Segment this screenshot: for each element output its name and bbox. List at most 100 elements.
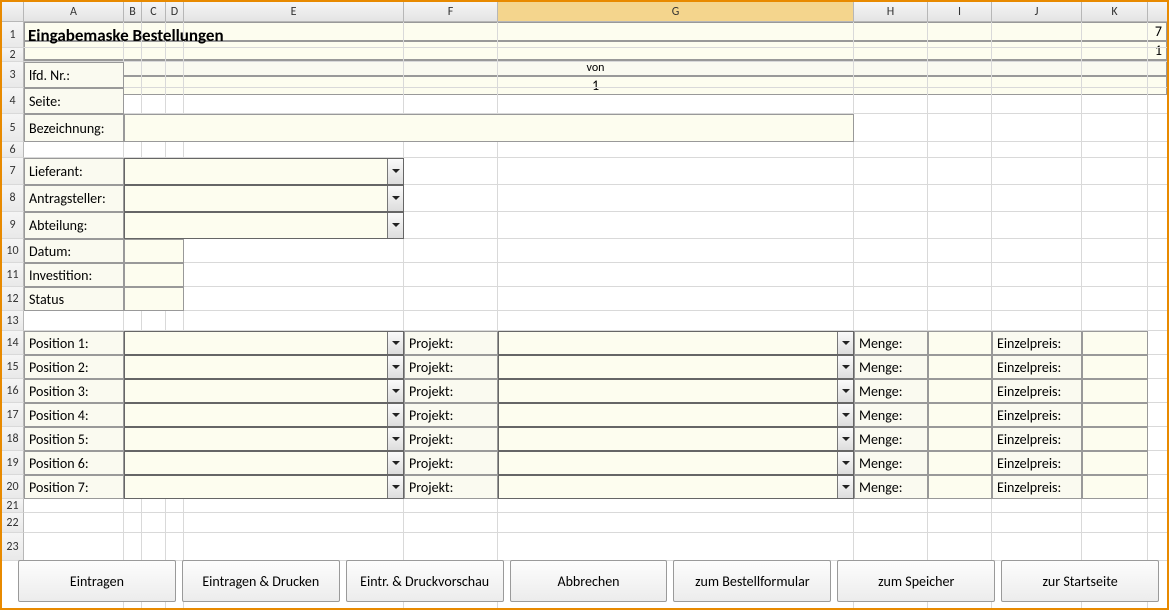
row-header-8[interactable]: 8 [2,185,24,212]
einzelpreis-1-input[interactable] [1082,331,1148,355]
menge-1-input[interactable] [928,331,992,355]
lieferant-dropdown-button[interactable] [387,159,403,184]
col-header-E[interactable]: E [184,2,404,21]
row-header-11[interactable]: 11 [2,263,24,287]
einzelpreis-2-input[interactable] [1082,355,1148,379]
position-1-dropdown[interactable] [124,331,404,355]
menge-5-input[interactable] [928,427,992,451]
row-header-14[interactable]: 14 [2,331,24,355]
projekt-4-dropdown-button[interactable] [837,404,853,426]
position-6-dropdown[interactable] [124,451,404,475]
row-header-23[interactable]: 23 [2,533,24,561]
col-header-J[interactable]: J [992,2,1082,21]
row-header-9[interactable]: 9 [2,212,24,239]
row-header-4[interactable]: 4 [2,88,24,114]
zum-bestellformular-button[interactable]: zum Bestellformular [673,560,831,602]
status-input[interactable] [124,287,184,311]
projekt-6-dropdown-button[interactable] [837,452,853,474]
einzelpreis-3-input[interactable] [1082,379,1148,403]
bezeichnung-input[interactable] [124,114,854,142]
position-5-label: Position 5: [24,427,124,451]
projekt-3-dropdown-button[interactable] [837,380,853,402]
menge-2-input[interactable] [928,355,992,379]
row-header-6[interactable]: 6 [2,142,24,158]
row-header-20[interactable]: 20 [2,475,24,499]
position-1-dropdown-button[interactable] [387,332,403,354]
projekt-6-dropdown[interactable] [498,451,854,475]
eintragen-drucken-button[interactable]: Eintragen & Drucken [182,560,340,602]
position-6-dropdown-button[interactable] [387,452,403,474]
datum-label: Datum: [24,239,124,263]
row-header-18[interactable]: 18 [2,427,24,451]
projekt-1-dropdown-button[interactable] [837,332,853,354]
col-header-B[interactable]: B [124,2,142,21]
position-5-dropdown-button[interactable] [387,428,403,450]
row-header-19[interactable]: 19 [2,451,24,475]
col-header-C[interactable]: C [142,2,166,21]
datum-input[interactable] [124,239,184,263]
row-header-10[interactable]: 10 [2,239,24,263]
worksheet[interactable]: Eingabemaske Bestellungenlfd. Nr.:7Seite… [24,22,1167,608]
projekt-5-dropdown[interactable] [498,427,854,451]
menge-2-label: Menge: [854,355,928,379]
abteilung-dropdown[interactable] [124,212,404,239]
einzelpreis-4-input[interactable] [1082,403,1148,427]
row-header-3[interactable]: 3 [2,62,24,88]
col-header-A[interactable]: A [24,2,124,21]
eintr-druckvorschau-button[interactable]: Eintr. & Druckvorschau [346,560,504,602]
eintragen-button[interactable]: Eintragen [18,560,176,602]
zum-speicher-button[interactable]: zum Speicher [837,560,995,602]
row-header-13[interactable]: 13 [2,311,24,331]
select-all-corner[interactable] [2,2,24,21]
col-header-I[interactable]: I [928,2,992,21]
menge-6-input[interactable] [928,451,992,475]
menge-3-input[interactable] [928,379,992,403]
col-header-F[interactable]: F [404,2,498,21]
investition-label: Investition: [24,263,124,287]
antragsteller-dropdown-button[interactable] [387,186,403,211]
col-header-H[interactable]: H [854,2,928,21]
position-4-dropdown-button[interactable] [387,404,403,426]
position-3-dropdown-button[interactable] [387,380,403,402]
position-7-dropdown[interactable] [124,475,404,499]
zur-startseite-button[interactable]: zur Startseite [1001,560,1159,602]
abteilung-label: Abteilung: [24,212,124,239]
abteilung-dropdown-button[interactable] [387,213,403,238]
position-2-dropdown[interactable] [124,355,404,379]
antragsteller-dropdown[interactable] [124,185,404,212]
abbrechen-button[interactable]: Abbrechen [510,560,668,602]
col-header-G[interactable]: G [498,2,854,21]
row-header-17[interactable]: 17 [2,403,24,427]
projekt-5-dropdown-button[interactable] [837,428,853,450]
projekt-2-dropdown-button[interactable] [837,356,853,378]
einzelpreis-6-input[interactable] [1082,451,1148,475]
position-2-dropdown-button[interactable] [387,356,403,378]
menge-7-input[interactable] [928,475,992,499]
projekt-7-dropdown-button[interactable] [837,476,853,498]
row-header-21[interactable]: 21 [2,499,24,513]
lieferant-dropdown[interactable] [124,158,404,185]
row-header-15[interactable]: 15 [2,355,24,379]
projekt-4-dropdown[interactable] [498,403,854,427]
row-header-1[interactable]: 1 [2,22,24,48]
row-header-22[interactable]: 22 [2,513,24,533]
projekt-2-dropdown[interactable] [498,355,854,379]
einzelpreis-7-input[interactable] [1082,475,1148,499]
projekt-1-dropdown[interactable] [498,331,854,355]
position-4-dropdown[interactable] [124,403,404,427]
row-header-7[interactable]: 7 [2,158,24,185]
row-header-2[interactable]: 2 [2,48,24,62]
investition-input[interactable] [124,263,184,287]
menge-4-input[interactable] [928,403,992,427]
position-3-dropdown[interactable] [124,379,404,403]
projekt-7-dropdown[interactable] [498,475,854,499]
row-header-5[interactable]: 5 [2,114,24,142]
projekt-3-dropdown[interactable] [498,379,854,403]
einzelpreis-5-input[interactable] [1082,427,1148,451]
col-header-K[interactable]: K [1082,2,1148,21]
row-header-16[interactable]: 16 [2,379,24,403]
position-5-dropdown[interactable] [124,427,404,451]
position-7-dropdown-button[interactable] [387,476,403,498]
row-header-12[interactable]: 12 [2,287,24,311]
col-header-D[interactable]: D [166,2,184,21]
